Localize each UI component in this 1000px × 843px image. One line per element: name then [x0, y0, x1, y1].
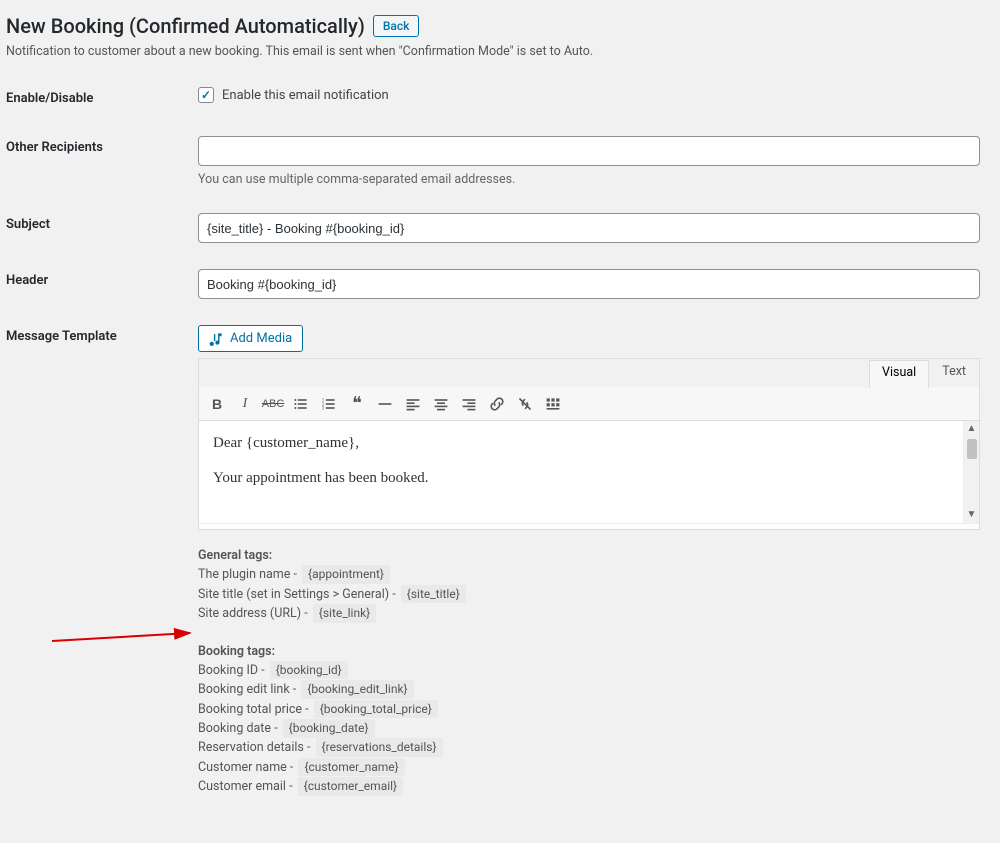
add-media-label: Add Media — [230, 331, 292, 346]
ol-icon[interactable]: 123 — [317, 392, 341, 416]
tag-row: Reservation details - {reservations_deta… — [198, 738, 980, 757]
tab-visual[interactable]: Visual — [869, 360, 929, 388]
tags-reference: General tags: The plugin name - {appoint… — [198, 546, 980, 797]
link-icon[interactable] — [485, 392, 509, 416]
align-center-icon[interactable] — [429, 392, 453, 416]
general-tags-title: General tags: — [198, 546, 980, 565]
header-input[interactable] — [198, 269, 980, 299]
tag-code: {booking_total_price} — [314, 700, 438, 719]
tag-code: {booking_id} — [270, 661, 348, 680]
header-label: Header — [6, 269, 198, 325]
add-media-button[interactable]: Add Media — [198, 325, 303, 352]
booking-tags-title: Booking tags: — [198, 642, 980, 661]
tag-row: The plugin name - {appointment} — [198, 565, 980, 584]
page-title: New Booking (Confirmed Automatically) Ba… — [6, 14, 994, 38]
tab-text[interactable]: Text — [929, 359, 979, 387]
align-left-icon[interactable] — [401, 392, 425, 416]
recipients-help: You can use multiple comma-separated ema… — [198, 172, 994, 187]
enable-checkbox[interactable] — [198, 87, 214, 103]
resize-grip-icon[interactable] — [199, 523, 979, 529]
tag-row: Booking total price - {booking_total_pri… — [198, 700, 980, 719]
tag-row: Customer email - {customer_email} — [198, 777, 980, 796]
music-note-icon — [209, 332, 223, 346]
page-subtitle: Notification to customer about a new boo… — [6, 44, 994, 59]
editor-textarea[interactable]: Dear {customer_name}, Your appointment h… — [199, 421, 963, 523]
tag-row: Customer name - {customer_name} — [198, 758, 980, 777]
tag-row: Booking edit link - {booking_edit_link} — [198, 680, 980, 699]
tag-code: {customer_name} — [298, 758, 404, 777]
tag-code: {booking_date} — [283, 719, 375, 738]
bold-icon[interactable]: B — [205, 392, 229, 416]
tag-code: {site_title} — [401, 585, 466, 604]
scroll-thumb[interactable] — [967, 439, 977, 459]
align-right-icon[interactable] — [457, 392, 481, 416]
recipients-input[interactable] — [198, 136, 980, 166]
svg-text:3: 3 — [322, 406, 325, 411]
scroll-up-icon[interactable]: ▲ — [967, 421, 977, 437]
rich-text-editor: Visual Text B I ABC 123 ❝ — [198, 358, 980, 530]
hr-icon[interactable] — [373, 392, 397, 416]
ul-icon[interactable] — [289, 392, 313, 416]
tag-row: Site title (set in Settings > General) -… — [198, 585, 980, 604]
blockquote-icon[interactable]: ❝ — [345, 392, 369, 416]
italic-icon[interactable]: I — [233, 392, 257, 416]
subject-input[interactable] — [198, 213, 980, 243]
scroll-down-icon[interactable]: ▼ — [967, 507, 977, 523]
editor-toolbar: B I ABC 123 ❝ — [199, 387, 979, 421]
recipients-label: Other Recipients — [6, 136, 198, 213]
page-title-text: New Booking (Confirmed Automatically) — [6, 14, 365, 38]
tag-code: {customer_email} — [298, 777, 403, 796]
tag-row: Booking date - {booking_date} — [198, 719, 980, 738]
tag-code: {reservations_details} — [316, 738, 443, 757]
enable-checkbox-label: Enable this email notification — [222, 88, 389, 103]
editor-scrollbar[interactable]: ▲ ▼ — [963, 421, 979, 523]
tag-code: {appointment} — [302, 565, 390, 584]
subject-label: Subject — [6, 213, 198, 269]
back-button[interactable]: Back — [373, 15, 420, 37]
editor-line-1: Dear {customer_name}, — [213, 435, 949, 452]
tag-row: Booking ID - {booking_id} — [198, 661, 980, 680]
template-label: Message Template — [6, 325, 198, 823]
strike-icon[interactable]: ABC — [261, 392, 285, 416]
toolbar-toggle-icon[interactable] — [541, 392, 565, 416]
editor-line-2: Your appointment has been booked. — [213, 470, 949, 487]
tag-code: {booking_edit_link} — [301, 680, 413, 699]
tag-code: {site_link} — [313, 604, 376, 623]
enable-label: Enable/Disable — [6, 87, 198, 136]
tag-row: Site address (URL) - {site_link} — [198, 604, 980, 623]
unlink-icon[interactable] — [513, 392, 537, 416]
